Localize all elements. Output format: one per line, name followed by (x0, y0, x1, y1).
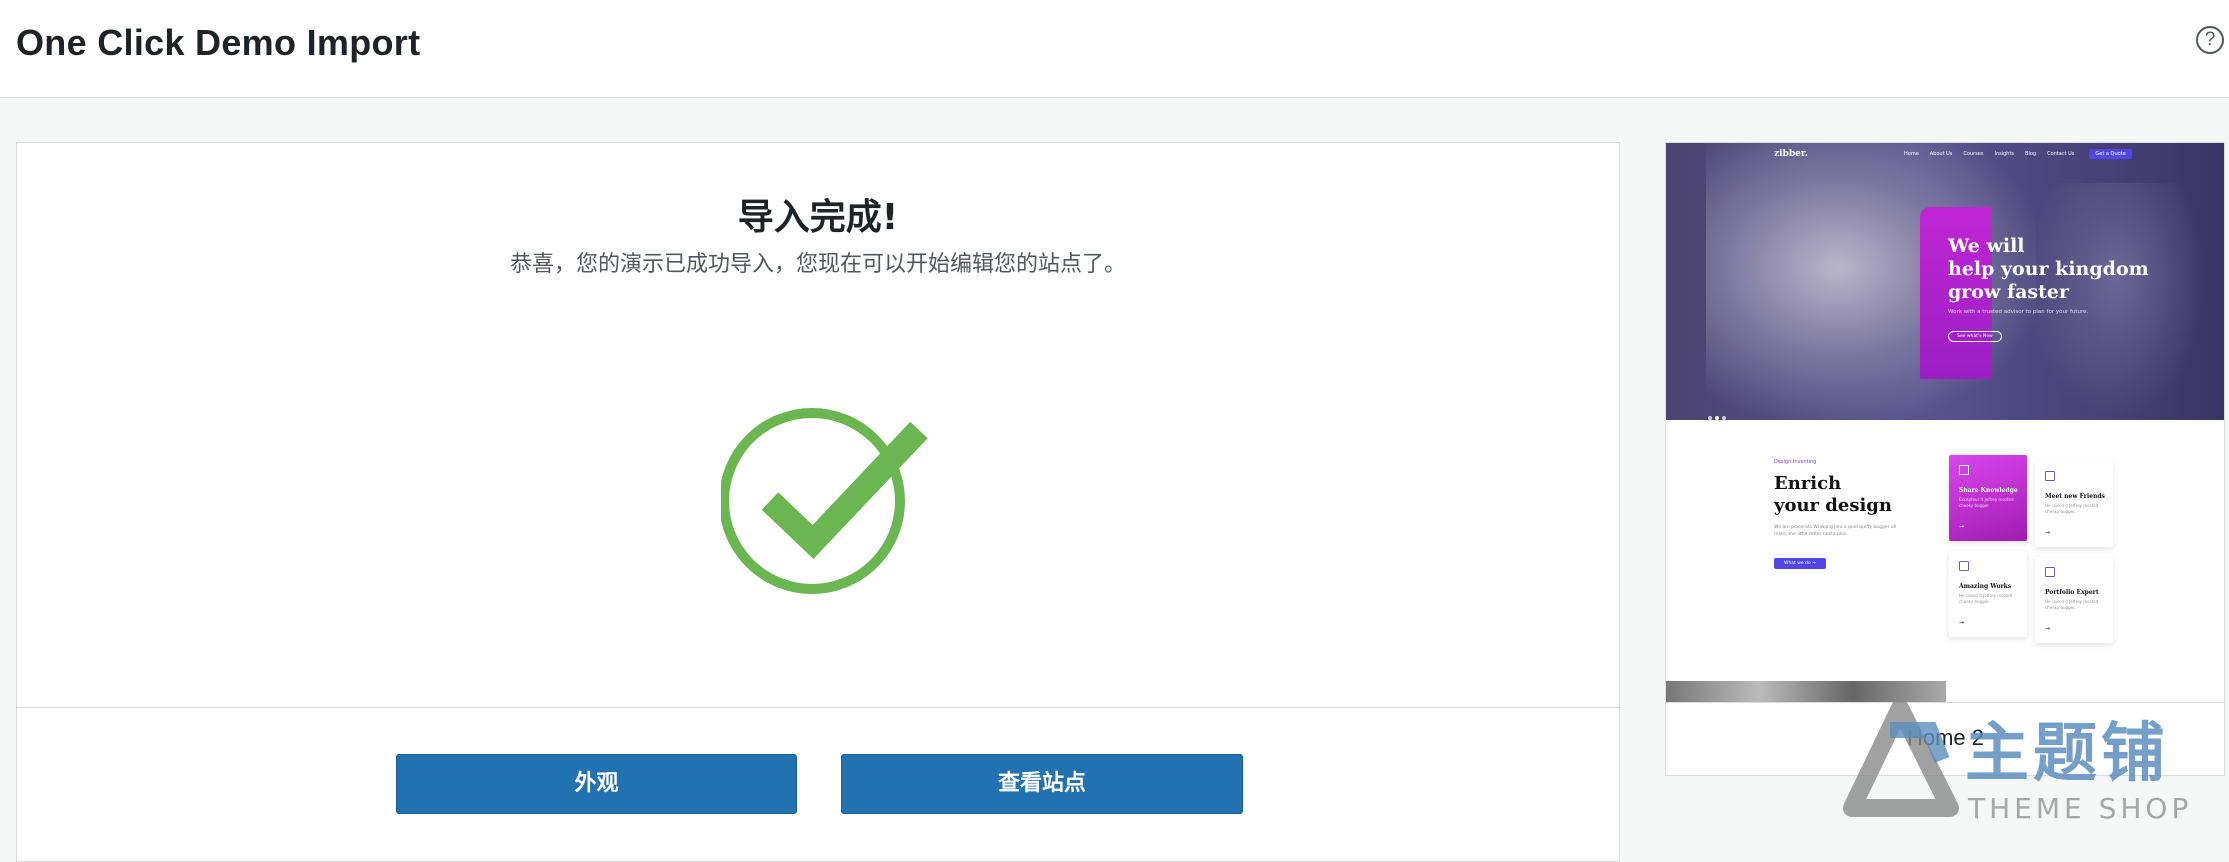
screenshot-feature-card: Amazing Works He raised it Jeffrey moste… (1949, 551, 2027, 637)
screenshot-hero-sub: Work with a trusted advisor to plan for … (1948, 309, 2089, 315)
slider-dots (1708, 405, 1729, 424)
screenshot-section-text: We are placerats Wriwang jelu a quid qui… (1774, 525, 1897, 537)
import-complete-panel: 导入完成! 恭喜，您的演示已成功导入，您现在可以开始编辑您的站点了。 外观 查看… (16, 142, 1620, 862)
help-icon[interactable]: ? (2196, 26, 2224, 54)
screenshot-nav-item: Contact Us (2047, 151, 2075, 157)
screenshot-section-tag: Design Inventing (1774, 459, 1817, 465)
screenshot-feature-card: Share Knowledge Excepteur it Jeffrey mos… (1949, 455, 2027, 541)
feature-card-desc: He raised it Jeffrey mosted cheeky bugge… (2045, 503, 2099, 514)
feature-card-desc: He raised it Jeffrey mosted cheeky bugge… (2045, 599, 2099, 610)
screenshot-section-title: Enrich your design (1774, 473, 1892, 517)
bookmark-icon (2045, 471, 2055, 481)
screenshot-nav-item: Home (1904, 151, 1919, 157)
feature-card-title: Amazing Works (1959, 583, 2012, 590)
feature-card-title: Portfolio Expert (2045, 589, 2099, 596)
view-site-button[interactable]: 查看站点 (841, 754, 1243, 814)
arrow-right-icon: → (2045, 529, 2051, 536)
screenshot-nav: Home About Us Courses Insights Blog Contact U… (1904, 149, 2143, 159)
screenshot-nav-item: Insights (1994, 151, 2015, 157)
screenshot-hero: zibber. Home About Us Courses Insights Blog C… (1666, 143, 2224, 420)
arrow-right-icon: → (2045, 625, 2051, 632)
watermark-text: 主题铺 (1965, 717, 2169, 791)
screenshot-nav-item: Blog (2025, 151, 2037, 157)
screenshot-feature-card: Meet new Friends He raised it Jeffrey mo… (2035, 461, 2113, 547)
book-icon (1959, 465, 1969, 475)
screenshot-section-button: What we do → (1774, 558, 1826, 569)
screenshot-hero-button: See what's New (1948, 331, 2002, 342)
screenshot-feature-card: Portfolio Expert He raised it Jeffrey mo… (2035, 557, 2113, 643)
screenshot-nav-item: About Us (1929, 151, 1953, 157)
section-title-line: your design (1774, 495, 1892, 516)
page-title: One Click Demo Import (16, 22, 421, 63)
screenshot-brand: zibber. (1774, 149, 1808, 159)
arrow-right-icon: → (1959, 523, 1965, 530)
admin-header: One Click Demo Import ? (0, 0, 2229, 98)
feature-card-title: Share Knowledge (1959, 487, 2018, 494)
feature-card-desc: He raised it Jeffrey mosted cheeky bugge… (1959, 593, 2013, 604)
feature-card-title: Meet new Friends (2045, 493, 2105, 500)
watermark-subtext: THEME SHOP (1968, 792, 2193, 825)
hero-title-line: help your kingdom (1948, 258, 2149, 280)
screenshot-hero-title: We will help your kingdom grow faster (1948, 235, 2149, 304)
import-complete-heading: 导入完成! (737, 197, 899, 238)
check-circle-icon (719, 395, 961, 595)
screenshot-nav-item: Courses (1963, 151, 1984, 157)
screenshot-nav-cta: Get a Quote (2089, 149, 2132, 159)
import-complete-message: 恭喜，您的演示已成功导入，您现在可以开始编辑您的站点了。 (509, 252, 1126, 277)
section-title-line: Enrich (1774, 473, 1842, 494)
demo-screenshot: zibber. Home About Us Courses Insights Blog C… (1666, 143, 2224, 703)
hero-title-line: We will (1948, 235, 2025, 257)
panel-divider (17, 707, 1619, 708)
demo-preview-card[interactable]: zibber. Home About Us Courses Insights Blog C… (1665, 142, 2225, 776)
arrow-right-icon: → (1959, 619, 1965, 626)
hero-title-line: grow faster (1948, 281, 2069, 303)
lock-icon (2045, 567, 2055, 577)
theme-shop-watermark: 主题铺 THEME SHOP (1832, 690, 2228, 846)
appearance-button[interactable]: 外观 (396, 754, 797, 814)
document-icon (1959, 561, 1969, 571)
watermark-logo-icon (1843, 699, 1959, 817)
feature-card-desc: Excepteur it Jeffrey mosted cheeky bugge… (1959, 497, 2014, 508)
